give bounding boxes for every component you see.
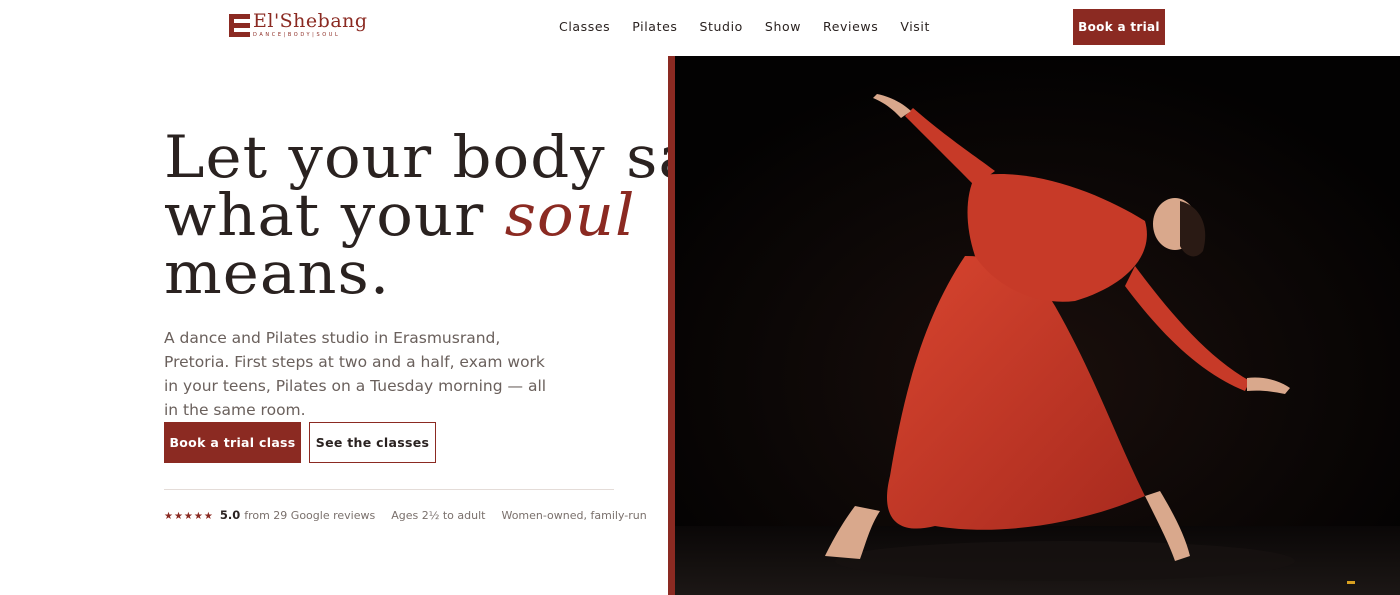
nav-link-studio[interactable]: Studio: [699, 19, 742, 34]
ages-info: Ages 2½ to adult: [391, 509, 486, 522]
dancer-photo: [675, 56, 1400, 595]
nav-link-reviews[interactable]: Reviews: [823, 19, 878, 34]
rating-stars-icon: ★★★★★: [164, 511, 214, 522]
nav-link-show[interactable]: Show: [765, 19, 801, 34]
logo-text: El'Shebang DANCE|BODY|SOUL: [253, 12, 368, 38]
headline-line-1: Let your body say: [164, 123, 732, 191]
trust-bar: ★★★★★ 5.0 from 29 Google reviews Ages 2½…: [164, 508, 647, 522]
book-trial-class-button[interactable]: Book a trial class: [164, 422, 301, 463]
hero-headline: Let your body say what your soul means.: [164, 128, 731, 302]
review-count: from 29 Google reviews: [244, 509, 376, 522]
logo-mark-icon: [229, 13, 250, 37]
headline-line-2: what your soul: [164, 186, 731, 244]
see-classes-button[interactable]: See the classes: [309, 422, 436, 463]
nav-link-classes[interactable]: Classes: [559, 19, 610, 34]
divider: [164, 489, 614, 490]
main-nav: Classes Pilates Studio Show Reviews Visi…: [559, 19, 930, 34]
rating-value: 5.0: [219, 508, 241, 522]
headline-accent-word: soul: [504, 181, 636, 249]
image-accent-bar: [668, 56, 675, 595]
brand-logo[interactable]: El'Shebang DANCE|BODY|SOUL: [229, 12, 368, 38]
header-book-trial-button[interactable]: Book a trial: [1073, 9, 1165, 45]
nav-link-pilates[interactable]: Pilates: [632, 19, 677, 34]
hero-lead: A dance and Pilates studio in Erasmusran…: [164, 329, 547, 419]
brand-tagline: DANCE|BODY|SOUL: [253, 32, 341, 38]
ownership-info: Women-owned, family-run: [501, 509, 647, 522]
hero-image: [668, 56, 1400, 595]
brand-name: El'Shebang: [253, 10, 368, 32]
nav-link-visit[interactable]: Visit: [900, 19, 930, 34]
headline-line-3: means.: [164, 239, 391, 307]
